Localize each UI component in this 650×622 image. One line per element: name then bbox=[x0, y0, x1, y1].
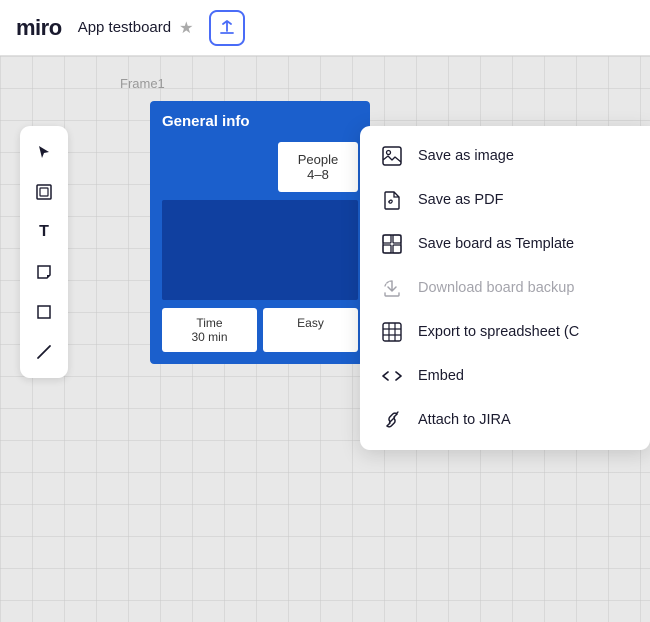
save-pdf-icon bbox=[380, 188, 404, 212]
upload-button[interactable] bbox=[209, 10, 245, 46]
board-title-area: App testboard ★ bbox=[78, 10, 246, 46]
save-template-label: Save board as Template bbox=[418, 236, 574, 252]
board-content-title: General info bbox=[162, 113, 358, 130]
text-icon: T bbox=[39, 223, 49, 241]
sticky-people: People 4–8 bbox=[278, 142, 358, 192]
left-toolbar: T bbox=[20, 126, 68, 378]
shape-icon bbox=[36, 304, 52, 320]
frame-label: Frame1 bbox=[120, 76, 165, 91]
upload-icon bbox=[219, 20, 235, 36]
menu-item-save-template[interactable]: Save board as Template bbox=[360, 222, 650, 266]
sticky-people-line1: People bbox=[288, 152, 348, 167]
sticky-time-line1: Time bbox=[170, 316, 249, 330]
sticky-people-line2: 4–8 bbox=[288, 167, 348, 182]
sticky-tool[interactable] bbox=[26, 254, 62, 290]
sticky-time-line2: 30 min bbox=[170, 330, 249, 344]
sticky-icon bbox=[36, 264, 52, 280]
menu-item-download-backup: Download board backup bbox=[360, 266, 650, 310]
canvas: Frame1 General info People 4–8 Time 30 m… bbox=[0, 56, 650, 622]
attach-jira-icon bbox=[380, 408, 404, 432]
menu-item-export-spreadsheet[interactable]: Export to spreadsheet (C bbox=[360, 310, 650, 354]
shape-tool[interactable] bbox=[26, 294, 62, 330]
dropdown-menu: Save as image Save as PDF bbox=[360, 126, 650, 450]
menu-item-attach-jira[interactable]: Attach to JIRA bbox=[360, 398, 650, 442]
line-tool[interactable] bbox=[26, 334, 62, 370]
embed-label: Embed bbox=[418, 368, 464, 384]
menu-item-save-image[interactable]: Save as image bbox=[360, 134, 650, 178]
download-backup-label: Download board backup bbox=[418, 280, 574, 296]
save-template-icon bbox=[380, 232, 404, 256]
star-icon[interactable]: ★ bbox=[179, 18, 193, 38]
board-title: App testboard bbox=[78, 19, 171, 36]
frame-tool[interactable] bbox=[26, 174, 62, 210]
topbar: miro App testboard ★ bbox=[0, 0, 650, 56]
frame-icon bbox=[35, 183, 53, 201]
export-spreadsheet-icon bbox=[380, 320, 404, 344]
bottom-stickies: Time 30 min Easy bbox=[162, 308, 358, 352]
save-pdf-label: Save as PDF bbox=[418, 192, 503, 208]
menu-item-embed[interactable]: Embed bbox=[360, 354, 650, 398]
cursor-icon bbox=[36, 144, 52, 160]
embed-icon bbox=[380, 364, 404, 388]
sticky-time: Time 30 min bbox=[162, 308, 257, 352]
menu-item-save-pdf[interactable]: Save as PDF bbox=[360, 178, 650, 222]
line-icon bbox=[36, 344, 52, 360]
cursor-tool[interactable] bbox=[26, 134, 62, 170]
export-spreadsheet-label: Export to spreadsheet (C bbox=[418, 324, 579, 340]
board-content: General info People 4–8 Time 30 min Easy bbox=[150, 101, 370, 364]
attach-jira-label: Attach to JIRA bbox=[418, 412, 511, 428]
save-image-icon bbox=[380, 144, 404, 168]
sticky-easy: Easy bbox=[263, 308, 358, 352]
save-image-label: Save as image bbox=[418, 148, 514, 164]
download-backup-icon bbox=[380, 276, 404, 300]
blue-rectangle bbox=[162, 200, 358, 300]
miro-logo: miro bbox=[16, 15, 62, 41]
text-tool[interactable]: T bbox=[26, 214, 62, 250]
